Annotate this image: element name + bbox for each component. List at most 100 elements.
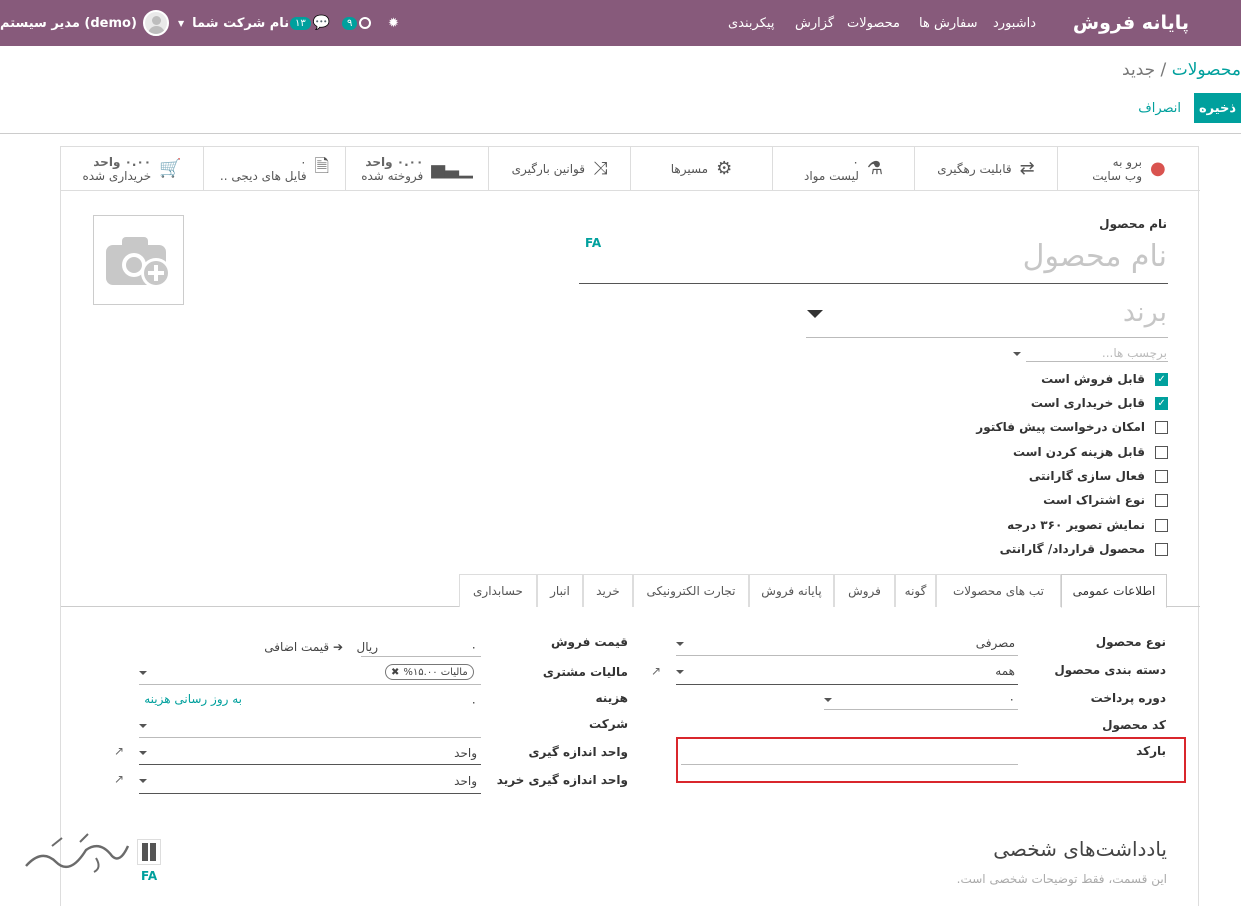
- checkbox-quotation[interactable]: امکان درخواست پیش فاکتور: [976, 418, 1168, 436]
- product-code-label: کد محصول: [1102, 718, 1166, 732]
- company-dropdown-icon[interactable]: [139, 724, 147, 728]
- sb-line2: فروخته شده: [361, 168, 424, 183]
- brand-dropdown-icon[interactable]: [807, 310, 823, 318]
- menu-products[interactable]: محصولات: [847, 0, 900, 46]
- company-name: نام شرکت شما: [192, 15, 290, 31]
- tab-accounting[interactable]: حسابداری: [459, 574, 537, 607]
- checkbox-box[interactable]: [1155, 493, 1168, 507]
- checkbox-box[interactable]: [1155, 518, 1168, 532]
- smart-button-sold[interactable]: ▁▃▅ ۰.۰۰ واحد فروخته شده: [345, 147, 488, 191]
- user-menu[interactable]: مدیر سیستم (demo): [0, 0, 169, 46]
- taxes-underline: [139, 684, 481, 685]
- app-title: پایانه فروش: [1072, 12, 1189, 34]
- brand-input[interactable]: برند: [1123, 297, 1167, 328]
- checkbox-box[interactable]: [1155, 542, 1168, 556]
- checkbox-subscription[interactable]: نوع اشتراک است: [1043, 491, 1168, 509]
- checkbox-360-image[interactable]: نمایش تصویر ۳۶۰ درجه: [1007, 516, 1168, 534]
- checkbox-box[interactable]: [1155, 469, 1168, 483]
- sb-line2: خریداری شده: [82, 168, 152, 183]
- uom-label: واحد اندازه گیری: [528, 745, 628, 759]
- checkbox-purchase-ok[interactable]: ✓ قابل خریداری است: [1031, 394, 1168, 412]
- discard-button[interactable]: انصراف: [1138, 93, 1181, 123]
- checkbox-warranty[interactable]: فعال سازی گارانتی: [1029, 467, 1168, 485]
- tags-dropdown-icon[interactable]: [1013, 352, 1021, 356]
- checkbox-box[interactable]: [1155, 445, 1168, 459]
- tab-ecommerce[interactable]: تجارت الکترونیکی: [633, 574, 749, 607]
- breadcrumb-products[interactable]: محصولات: [1172, 60, 1241, 80]
- uom-dropdown-icon[interactable]: [139, 751, 147, 755]
- check-icon[interactable]: ✓: [1155, 396, 1168, 410]
- tab-product-tabs[interactable]: تب های محصولات: [936, 574, 1061, 607]
- payment-period-underline: [824, 709, 1018, 710]
- smart-button-routes[interactable]: ⚙ مسیرها: [630, 147, 772, 191]
- purchase-uom-dropdown-icon[interactable]: [139, 779, 147, 783]
- smart-button-putaway[interactable]: ⤨ قوانین بارگیری: [488, 147, 630, 191]
- menu-orders[interactable]: سفارش ها: [919, 0, 978, 46]
- close-icon[interactable]: ✖: [391, 667, 399, 678]
- sale-price-value[interactable]: ۰: [471, 640, 477, 654]
- highlight-box: [676, 737, 1186, 783]
- product-type-value[interactable]: مصرفی: [976, 636, 1015, 650]
- save-button[interactable]: ذخیره: [1194, 93, 1241, 123]
- bug-icon[interactable]: ✹: [388, 0, 399, 46]
- activity-button[interactable]: ۹: [341, 0, 372, 46]
- checkbox-label: قابل فروش است: [1041, 372, 1145, 386]
- company-switcher[interactable]: ▼ نام شرکت شما: [178, 0, 289, 46]
- category-dropdown-icon[interactable]: [676, 670, 684, 674]
- menu-reports[interactable]: گزارش: [795, 0, 834, 46]
- category-value[interactable]: همه: [995, 664, 1015, 678]
- checkbox-contract[interactable]: محصول قرارداد/ گارانتی: [1000, 540, 1168, 558]
- payment-period-dropdown-icon[interactable]: [824, 698, 832, 702]
- language-button[interactable]: FA: [585, 236, 601, 250]
- bar-chart-icon: ▁▃▅: [431, 158, 473, 179]
- notes-input[interactable]: این قسمت، فقط توضیحات شخصی است.: [957, 872, 1167, 886]
- menu-dashboard[interactable]: داشبورد: [993, 0, 1036, 46]
- smart-button-purchased[interactable]: 🛒 ۰.۰۰ واحد خریداری شده: [61, 147, 203, 191]
- sb-line1: قوانین بارگیری: [511, 161, 585, 176]
- smart-button-traceability[interactable]: ⇄ قابلیت رهگیری: [914, 147, 1057, 191]
- checkbox-sale-ok[interactable]: ✓ قابل فروش است: [1041, 370, 1168, 388]
- menu-configuration[interactable]: پیکربندی: [728, 0, 774, 46]
- external-link-icon[interactable]: ↗: [114, 772, 124, 786]
- check-icon[interactable]: ✓: [1155, 372, 1168, 386]
- checkbox-box[interactable]: [1155, 420, 1168, 434]
- tab-general[interactable]: اطلاعات عمومی: [1061, 574, 1167, 608]
- tab-sales[interactable]: فروش: [834, 574, 895, 607]
- currency-symbol: ریال: [356, 640, 378, 654]
- sb-line1: برو به: [1112, 154, 1143, 169]
- top-navbar: پایانه فروش داشبورد سفارش ها محصولات گزا…: [0, 0, 1241, 46]
- sb-line1: قابلیت رهگیری: [937, 161, 1012, 176]
- taxes-dropdown-icon[interactable]: [139, 671, 147, 675]
- smart-button-website[interactable]: ● برو به وب سایت: [1057, 147, 1200, 191]
- cart-icon: 🛒: [159, 158, 182, 179]
- smart-button-bom[interactable]: ⚗ ۰ لیست مواد: [772, 147, 914, 191]
- messages-button[interactable]: ۱۳ 💬: [289, 0, 330, 46]
- update-cost-link[interactable]: به روز رسانی هزینه: [144, 692, 242, 706]
- smart-button-digital-files[interactable]: 🗎 ۰ فایل های دیجی ..: [203, 147, 345, 191]
- apps-menu-icon[interactable]: [1222, 15, 1238, 31]
- exchange-icon: ⇄: [1019, 158, 1035, 179]
- uom-value[interactable]: واحد: [454, 746, 477, 760]
- sale-price-label: قیمت فروش: [550, 635, 628, 649]
- external-link-icon[interactable]: ↗: [651, 664, 661, 678]
- tab-inventory[interactable]: انبار: [537, 574, 583, 607]
- tab-variants[interactable]: گونه: [895, 574, 936, 607]
- tab-pos[interactable]: پایانه فروش: [749, 574, 834, 607]
- extra-price-link[interactable]: ➔ قیمت اضافی: [264, 640, 343, 654]
- form-sheet: ● برو به وب سایت ⇄ قابلیت رهگیری ⚗ ۰ لیست …: [60, 146, 1200, 906]
- cost-value[interactable]: ۰: [471, 695, 477, 709]
- sb-count: ۰: [300, 154, 307, 169]
- tags-input[interactable]: برچسب ها...: [1102, 346, 1167, 360]
- product-type-dropdown-icon[interactable]: [676, 642, 684, 646]
- product-name-input[interactable]: نام محصول: [1023, 239, 1167, 274]
- sb-count: ۰.۰۰ واحد: [365, 154, 424, 169]
- external-link-icon[interactable]: ↗: [114, 744, 124, 758]
- purchase-uom-value[interactable]: واحد: [454, 774, 477, 788]
- messages-badge: ۱۳: [290, 16, 311, 30]
- payment-period-value[interactable]: ۰: [1009, 692, 1015, 706]
- tab-purchase[interactable]: خرید: [583, 574, 633, 607]
- product-image-upload[interactable]: [93, 215, 184, 305]
- checkbox-expense[interactable]: قابل هزینه کردن است: [1013, 443, 1168, 461]
- handwritten-logo: [25, 833, 130, 873]
- checkbox-label: نمایش تصویر ۳۶۰ درجه: [1007, 518, 1145, 532]
